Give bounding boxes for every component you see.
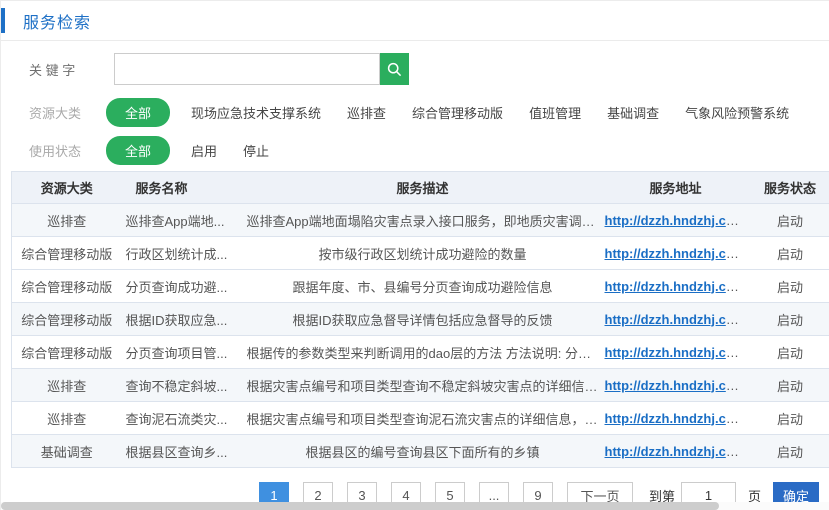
resource-category-filter: 资源大类 全部 现场应急技术支撑系统 巡排查 综合管理移动版 值班管理 基础调查…	[29, 99, 829, 125]
status-badge: 启动	[750, 435, 829, 468]
status-badge: 启动	[750, 402, 829, 435]
cell-description: 根据传的参数类型来判断调用的dao层的方法 方法说明: 分页查询 调...	[244, 336, 602, 369]
search-icon	[386, 61, 403, 78]
filter-option-duty-management[interactable]: 值班管理	[516, 99, 594, 126]
cell-description: 根据县区的编号查询县区下面所有的乡镇	[244, 435, 602, 468]
status-option-stopped[interactable]: 停止	[230, 137, 282, 164]
status-badge: 启动	[750, 369, 829, 402]
filter-option-weather-risk-system[interactable]: 气象风险预警系统	[672, 99, 802, 126]
filter-option-patrol-check[interactable]: 巡排查	[334, 99, 399, 126]
table-header-row: 资源大类 服务名称 服务描述 服务地址 服务状态	[12, 172, 829, 204]
resource-category-options: 全部 现场应急技术支撑系统 巡排查 综合管理移动版 值班管理 基础调查 气象风险…	[106, 98, 802, 127]
table-row: 综合管理移动版 根据ID获取应急... 根据ID获取应急督导详情包括应急督导的反…	[12, 303, 829, 336]
cell-category: 基础调查	[12, 435, 122, 468]
status-badge: 启动	[750, 204, 829, 237]
service-url-link[interactable]: http://dzzh.hndzhj.com...	[605, 345, 750, 360]
status-badge: 启动	[750, 270, 829, 303]
page-title: 服务检索	[23, 9, 91, 33]
cell-description: 按市级行政区划统计成功避险的数量	[244, 237, 602, 270]
cell-service-name: 查询不稳定斜坡...	[122, 369, 244, 402]
search-button[interactable]	[380, 53, 409, 85]
usage-status-filter: 使用状态 全部 启用 停止	[29, 137, 829, 163]
status-option-all[interactable]: 全部	[106, 136, 170, 165]
cell-service-name: 根据县区查询乡...	[122, 435, 244, 468]
table-row: 巡排查 查询泥石流类灾... 根据灾害点编号和项目类型查询泥石流灾害点的详细信息…	[12, 402, 829, 435]
filter-option-basic-survey[interactable]: 基础调查	[594, 99, 672, 126]
resource-category-label: 资源大类	[29, 103, 89, 122]
table-row: 巡排查 查询不稳定斜坡... 根据灾害点编号和项目类型查询不稳定斜坡灾害点的详细…	[12, 369, 829, 402]
column-header-name: 服务名称	[122, 172, 244, 204]
service-url-link[interactable]: http://dzzh.hndzhj.com...	[605, 411, 750, 426]
cell-category: 综合管理移动版	[12, 336, 122, 369]
cell-service-name: 巡排查App端地...	[122, 204, 244, 237]
status-badge: 启动	[750, 303, 829, 336]
service-url-link[interactable]: http://dzzh.hndzhj.com...	[605, 213, 750, 228]
cell-category: 巡排查	[12, 402, 122, 435]
cell-service-name: 分页查询项目管...	[122, 336, 244, 369]
column-header-description: 服务描述	[244, 172, 602, 204]
usage-status-options: 全部 启用 停止	[106, 136, 282, 165]
cell-category: 综合管理移动版	[12, 237, 122, 270]
table-row: 巡排查 巡排查App端地... 巡排查App端地面塌陷灾害点录入接口服务，即地质…	[12, 204, 829, 237]
title-accent-bar	[1, 8, 5, 33]
cell-category: 综合管理移动版	[12, 303, 122, 336]
horizontal-scrollbar-thumb[interactable]	[1, 502, 719, 510]
cell-description: 根据灾害点编号和项目类型查询不稳定斜坡灾害点的详细信息,包括详...	[244, 369, 602, 402]
status-option-enabled[interactable]: 启用	[178, 137, 230, 164]
filter-option-all[interactable]: 全部	[106, 98, 170, 127]
cell-service-name: 行政区划统计成...	[122, 237, 244, 270]
cell-description: 根据灾害点编号和项目类型查询泥石流灾害点的详细信息，包含两卡...	[244, 402, 602, 435]
cell-category: 巡排查	[12, 369, 122, 402]
cell-category: 综合管理移动版	[12, 270, 122, 303]
table-row: 基础调查 根据县区查询乡... 根据县区的编号查询县区下面所有的乡镇 http:…	[12, 435, 829, 468]
keyword-search-row: 关 键 字	[29, 53, 829, 85]
service-url-link[interactable]: http://dzzh.hndzhj.com...	[605, 279, 750, 294]
cell-service-name: 查询泥石流类灾...	[122, 402, 244, 435]
column-header-status: 服务状态	[750, 172, 829, 204]
filter-option-field-emergency-system[interactable]: 现场应急技术支撑系统	[178, 99, 334, 126]
horizontal-scrollbar	[1, 502, 829, 510]
table-row: 综合管理移动版 分页查询成功避... 跟据年度、市、县编号分页查询成功避险信息 …	[12, 270, 829, 303]
service-url-link[interactable]: http://dzzh.hndzhj.com...	[605, 246, 750, 261]
cell-description: 跟据年度、市、县编号分页查询成功避险信息	[244, 270, 602, 303]
service-url-link[interactable]: http://dzzh.hndzhj.com...	[605, 444, 750, 459]
cell-service-name: 根据ID获取应急...	[122, 303, 244, 336]
service-table: 资源大类 服务名称 服务描述 服务地址 服务状态 巡排查 巡排查App端地...…	[11, 171, 829, 468]
cell-category: 巡排查	[12, 204, 122, 237]
filter-option-mobile-management[interactable]: 综合管理移动版	[399, 99, 516, 126]
cell-description: 根据ID获取应急督导详情包括应急督导的反馈	[244, 303, 602, 336]
status-badge: 启动	[750, 237, 829, 270]
keyword-input[interactable]	[114, 53, 380, 85]
cell-description: 巡排查App端地面塌陷灾害点录入接口服务，即地质灾害调查基本信...	[244, 204, 602, 237]
table-row: 综合管理移动版 行政区划统计成... 按市级行政区划统计成功避险的数量 http…	[12, 237, 829, 270]
column-header-url: 服务地址	[602, 172, 750, 204]
table-row: 综合管理移动版 分页查询项目管... 根据传的参数类型来判断调用的dao层的方法…	[12, 336, 829, 369]
service-url-link[interactable]: http://dzzh.hndzhj.com...	[605, 312, 750, 327]
column-header-category: 资源大类	[12, 172, 122, 204]
keyword-label: 关 键 字	[29, 60, 89, 79]
cell-service-name: 分页查询成功避...	[122, 270, 244, 303]
service-url-link[interactable]: http://dzzh.hndzhj.com...	[605, 378, 750, 393]
usage-status-label: 使用状态	[29, 141, 89, 160]
status-badge: 启动	[750, 336, 829, 369]
title-bar: 服务检索	[1, 1, 829, 41]
